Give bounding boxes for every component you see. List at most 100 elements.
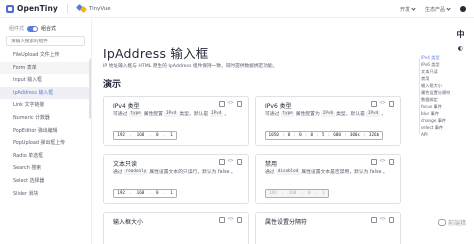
card-toolbar: <> (368, 100, 394, 107)
ipv4-input[interactable]: 192. 168. 0. 1 (113, 131, 177, 140)
demo-section-title: 演示 (103, 80, 122, 90)
open-editor-icon[interactable] (388, 217, 394, 223)
readonly-ip-input: 192. 168. 0. 1 (113, 189, 177, 198)
open-editor-icon[interactable] (236, 101, 242, 107)
copy-icon[interactable] (219, 217, 225, 223)
toc-item[interactable]: IPv4 类型 (421, 55, 440, 61)
open-editor-icon[interactable] (236, 159, 242, 165)
sidebar-item-radio[interactable]: Radio 单选框 (0, 150, 91, 163)
toc-item-api[interactable]: API (421, 132, 428, 137)
sidebar: 组件式 组合式 FileUpload 文件上传 Form 表单 Input 输入… (0, 19, 92, 244)
card-description: 可通过 type 属性配置为 IPv6 类型，默认是 IPv4。 (265, 110, 387, 117)
top-header: OpenTiny TinyVue 开发 生态产品 (0, 0, 474, 18)
component-list: FileUpload 文件上传 Form 表单 Input 输入框 IpAddr… (0, 49, 91, 200)
tinyvue-logo-icon (75, 3, 87, 14)
demo-card-ipv6: IPv6 类型 <> 可通过 type 属性配置为 IPv6 类型，默认是 IPv4。 1… (255, 96, 401, 146)
product-name[interactable]: TinyVue (89, 6, 111, 12)
code-icon[interactable]: <> (228, 100, 234, 107)
toc-item[interactable]: blur 事件 (421, 111, 439, 117)
wechat-watermark: 前端猎 (437, 218, 466, 227)
card-title: 文本只读 (113, 161, 138, 168)
toc-item[interactable]: select 事件 (421, 125, 443, 131)
sidebar-item-popeditor[interactable]: PopEditor 弹出编辑 (0, 125, 91, 138)
disabled-ip-input: 192. 168. 0. 1 (265, 189, 329, 198)
toc-item[interactable]: change 事件 (421, 118, 446, 124)
header-divider (66, 4, 68, 13)
toc-rail (419, 58, 420, 134)
toc-item[interactable]: IPv6 类型 (421, 62, 440, 68)
card-toolbar: <> (368, 216, 394, 223)
sidebar-item-search[interactable]: Search 搜索 (0, 162, 91, 175)
chevron-down-icon (446, 5, 451, 11)
card-title: 输入框大小 (113, 219, 144, 226)
card-title: IPv4 类型 (113, 103, 140, 110)
card-toolbar: <> (216, 158, 242, 165)
sidebar-item-fileupload[interactable]: FileUpload 文件上传 (0, 49, 91, 62)
sidebar-item-popupload[interactable]: PopUpload 弹出框上传 (0, 137, 91, 150)
copy-icon[interactable] (371, 101, 377, 107)
code-icon[interactable]: <> (228, 158, 234, 165)
copy-icon[interactable] (219, 159, 225, 165)
toc-item[interactable]: focus 事件 (421, 104, 442, 110)
demo-card-ipv4: IPv4 类型 <> 可通过 type 属性配置 IPv4 类型，默认是 IPv4。 19… (103, 96, 249, 146)
card-toolbar: <> (368, 158, 394, 165)
sidebar-item-link[interactable]: Link 文字链接 (0, 99, 91, 112)
page-title: IpAddress 输入框 (103, 46, 209, 61)
sidebar-scrollbar[interactable] (89, 59, 91, 119)
card-description: 通过 readonly 属性设置文本的只读行，默认为 false 。 (113, 168, 236, 175)
search-input[interactable] (11, 38, 84, 44)
theme-icon[interactable]: ◐ (455, 43, 466, 54)
opentiny-logo-icon (6, 4, 14, 13)
sidebar-item-numeric[interactable]: Numeric 计数器 (0, 112, 91, 125)
open-editor-icon[interactable] (388, 101, 394, 107)
toc-item[interactable]: 数据绑定 (421, 97, 438, 103)
demo-card-readonly: 文本只读 <> 通过 readonly 属性设置文本的只读行，默认为 false 。… (103, 154, 249, 204)
open-editor-icon[interactable] (388, 159, 394, 165)
card-description: 通过 disabled 属性设置文本是否禁用，默认为 false 。 (265, 168, 388, 175)
demo-card-delimiter: 属性设置分隔符 <> (255, 212, 401, 244)
main-content: IpAddress 输入框 IP 地址输入框与 HTML 原生的 IpAddre… (95, 19, 413, 244)
page-description: IP 地址输入框与 HTML 原生的 IpAddress 组件保持一致，同时提供… (103, 64, 278, 69)
card-toolbar: <> (216, 216, 242, 223)
nav-ecosystem[interactable]: 生态产品 (425, 5, 451, 13)
sidebar-item-select[interactable]: Select 选择器 (0, 175, 91, 188)
sidebar-item-form[interactable]: Form 表单 (0, 61, 91, 75)
mode-composition-label[interactable]: 组合式 (41, 25, 56, 32)
code-icon[interactable]: <> (228, 216, 234, 223)
toc-item[interactable]: 属性设置分隔符 (421, 90, 450, 96)
watermark-logo-icon (437, 219, 446, 226)
card-title: 属性设置分隔符 (265, 219, 308, 226)
header-nav: 开发 生态产品 (390, 0, 466, 18)
copy-icon[interactable] (371, 159, 377, 165)
copy-icon[interactable] (371, 217, 377, 223)
table-of-contents: 中 ◐ IPv4 类型 IPv6 类型 文本只读 禁用 输入框大小 属性设置分隔… (419, 19, 474, 244)
api-mode-toggle: 组件式 组合式 (0, 19, 91, 32)
mode-switch[interactable] (27, 25, 39, 32)
card-title: 禁用 (265, 161, 278, 168)
code-icon[interactable]: <> (380, 100, 386, 107)
component-search[interactable] (6, 36, 85, 46)
card-title: IPv6 类型 (265, 103, 292, 110)
toc-item[interactable]: 禁用 (421, 76, 429, 82)
card-toolbar: <> (216, 100, 242, 107)
toc-item[interactable]: 输入框大小 (421, 83, 442, 89)
mode-options-label[interactable]: 组件式 (9, 25, 24, 32)
sidebar-item-slider[interactable]: Slider 滑块 (0, 188, 91, 201)
sidebar-item-input[interactable]: Input 输入框 (0, 74, 91, 87)
toc-item[interactable]: 文本只读 (421, 69, 438, 75)
demo-card-size: 输入框大小 <> (103, 212, 249, 244)
nav-develop[interactable]: 开发 (400, 5, 416, 13)
code-icon[interactable]: <> (380, 216, 386, 223)
ipv6-input[interactable]: 1050:0:0:0:5:600:300c:326b (265, 131, 383, 140)
code-icon[interactable]: <> (380, 158, 386, 165)
sidebar-item-ipaddress[interactable]: IpAddress 输入框 (0, 86, 91, 100)
brand-logo[interactable]: OpenTiny (6, 4, 58, 13)
open-editor-icon[interactable] (236, 217, 242, 223)
chevron-down-icon (411, 5, 416, 11)
brand-name: OpenTiny (17, 4, 58, 13)
github-icon[interactable] (460, 6, 466, 12)
copy-icon[interactable] (219, 101, 225, 107)
card-description: 可通过 type 属性配置 IPv4 类型，默认是 IPv4。 (113, 110, 230, 117)
demo-card-disabled: 禁用 <> 通过 disabled 属性设置文本是否禁用，默认为 false 。 1… (255, 154, 401, 204)
language-toggle[interactable]: 中 (455, 29, 466, 40)
